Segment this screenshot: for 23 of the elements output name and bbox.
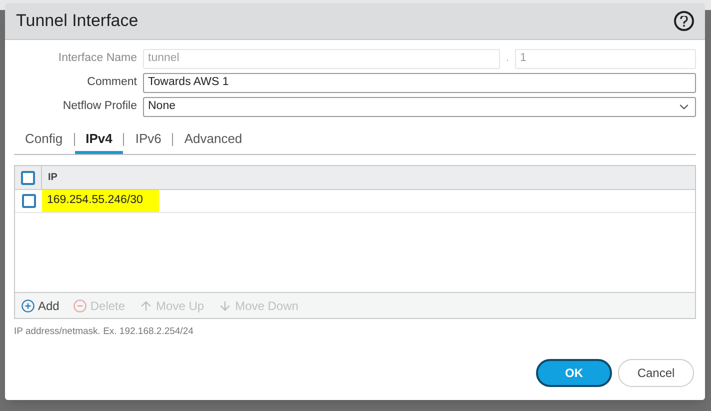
field-label: Comment xyxy=(86,75,138,90)
field-label: Netflow Profile xyxy=(62,99,138,114)
field-label: Interface Name xyxy=(57,51,138,66)
table-cell: 169.254.55.246/30 xyxy=(42,190,159,212)
add-button[interactable]: Add xyxy=(21,296,60,314)
help-icon[interactable] xyxy=(674,11,694,31)
tab[interactable]: IPv6 xyxy=(124,126,172,154)
tab[interactable]: Config xyxy=(14,126,74,154)
cancel-button[interactable]: Cancel xyxy=(618,359,694,387)
dialog-title: Tunnel Interface xyxy=(16,10,138,32)
column-header[interactable]: IP xyxy=(42,170,64,185)
separator-dot: . xyxy=(504,51,510,66)
arrow-up-icon xyxy=(139,298,154,312)
arrow-down-icon xyxy=(218,298,232,312)
minus-circle-icon xyxy=(73,298,88,312)
checkbox[interactable] xyxy=(22,194,36,208)
tab[interactable]: IPv4 xyxy=(74,126,124,154)
tab[interactable]: Advanced xyxy=(173,126,254,154)
dropdown[interactable]: None xyxy=(143,97,696,117)
input-field[interactable]: Towards AWS 1 xyxy=(143,73,696,93)
hint-text: IP address/netmask. Ex. 192.168.2.254/24 xyxy=(14,325,194,339)
plus-circle-icon xyxy=(21,298,35,312)
checkbox[interactable] xyxy=(21,170,35,184)
